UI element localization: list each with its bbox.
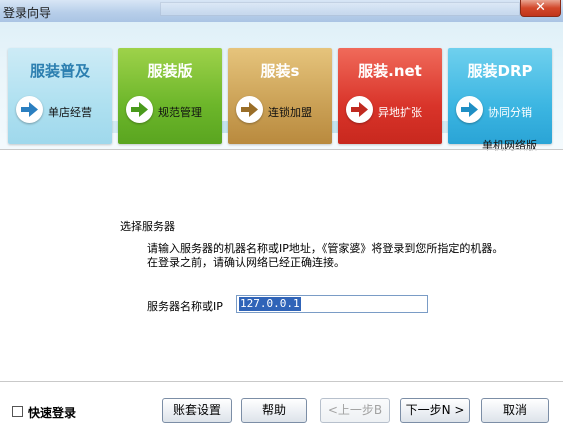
account-settings-button[interactable]: 账套设置: [162, 398, 232, 423]
description-line: 在登录之前，请确认网络已经正确连接。: [147, 256, 345, 269]
server-label: 服务器名称或IP: [147, 300, 223, 313]
tile-clothing-standard[interactable]: 服装版 规范管理: [118, 48, 222, 144]
tile-clothing-basic[interactable]: 服装普及 单店经营: [8, 48, 112, 144]
background-window-ghost: [160, 2, 520, 16]
tile-title: 服装s: [260, 62, 300, 80]
divider: [0, 381, 563, 382]
arrow-right-icon: [456, 96, 483, 123]
tile-clothing-drp[interactable]: 服装DRP 协同分销: [448, 48, 552, 144]
arrow-right-icon: [16, 96, 43, 123]
tile-clothing-s[interactable]: 服装s 连锁加盟: [228, 48, 332, 144]
tile-subtitle: 协同分销: [488, 106, 532, 119]
close-icon: ✕: [535, 0, 546, 15]
help-button[interactable]: 帮助: [241, 398, 307, 423]
server-input-value: 127.0.0.1: [239, 297, 301, 311]
product-banner: 服装普及 单店经营 服装版 规范管理 服装s 连锁加盟 服装.net 异地扩张 …: [0, 22, 563, 152]
arrow-right-icon: [236, 96, 263, 123]
arrow-right-icon: [126, 96, 153, 123]
title-bar: 登录向导 ✕: [0, 0, 563, 22]
close-button[interactable]: ✕: [520, 0, 561, 17]
tile-subtitle: 连锁加盟: [268, 106, 312, 119]
server-input[interactable]: 127.0.0.1: [236, 295, 428, 313]
tile-title: 服装.net: [358, 62, 422, 80]
tile-title: 服装普及: [29, 62, 90, 80]
quick-login-checkbox[interactable]: [12, 406, 23, 417]
quick-login-label[interactable]: 快速登录: [28, 404, 76, 421]
next-button[interactable]: 下一步N >: [400, 398, 470, 423]
arrow-right-icon: [346, 96, 373, 123]
cancel-button[interactable]: 取消: [481, 398, 549, 423]
divider: [0, 149, 563, 150]
tile-subtitle: 异地扩张: [378, 106, 422, 119]
edition-label: 单机网络版: [482, 139, 537, 152]
tile-subtitle: 单店经营: [48, 106, 92, 119]
window-title: 登录向导: [3, 6, 52, 20]
tile-clothing-net[interactable]: 服装.net 异地扩张: [338, 48, 442, 144]
section-title: 选择服务器: [120, 220, 175, 233]
previous-button[interactable]: <上一步B: [320, 398, 390, 423]
tile-subtitle: 规范管理: [158, 106, 202, 119]
tile-title: 服装DRP: [467, 62, 533, 80]
tile-title: 服装版: [147, 62, 193, 80]
